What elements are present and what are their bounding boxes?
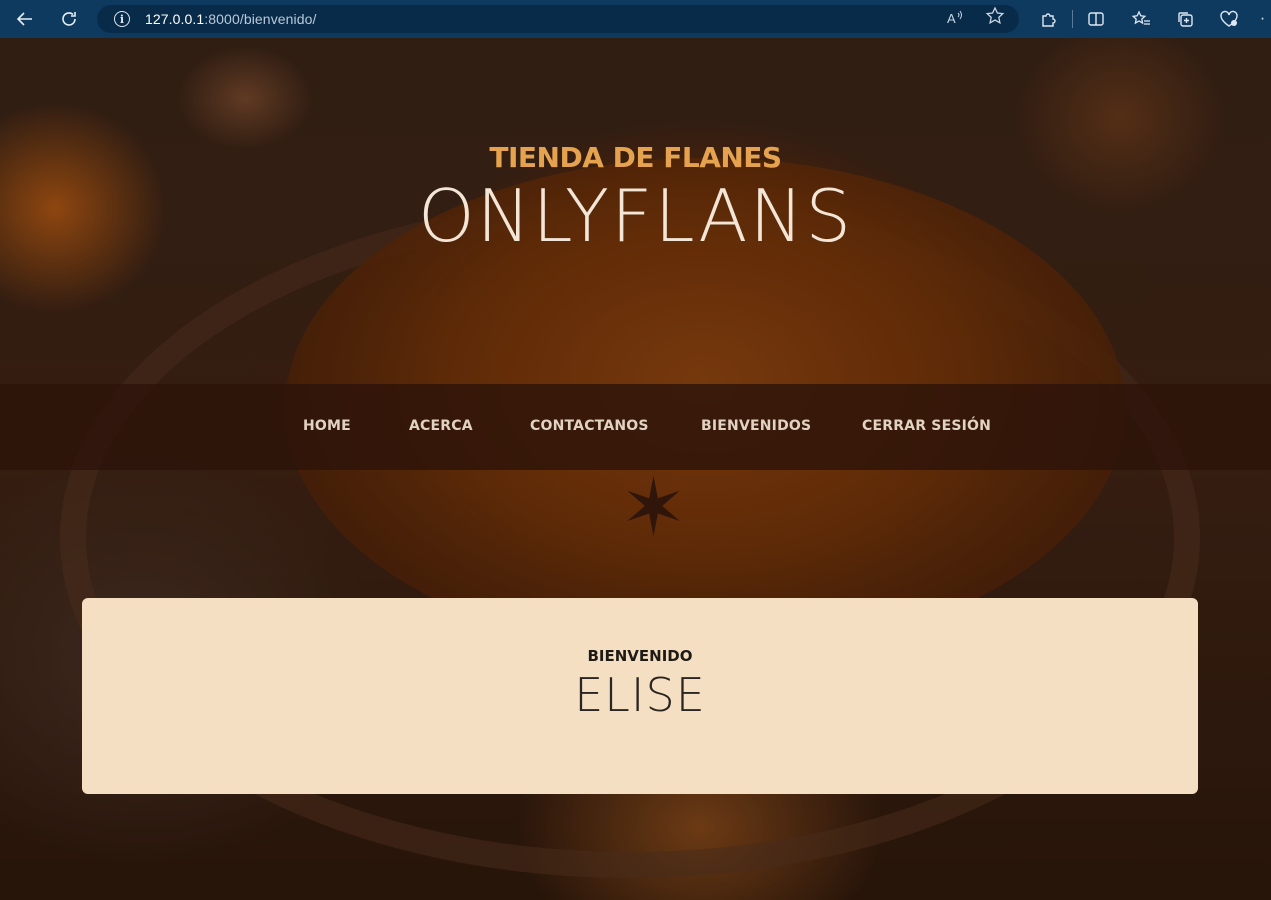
address-bar[interactable]: i 127.0.0.1:8000/bienvenido/ A: [97, 5, 1019, 33]
split-screen-icon[interactable]: [1081, 4, 1111, 34]
svg-text:A: A: [947, 11, 956, 26]
url-path: :8000/bienvenido/: [204, 11, 317, 27]
collections-icon[interactable]: [1170, 4, 1200, 34]
info-icon[interactable]: i: [114, 11, 130, 27]
welcome-username: ELISE: [574, 668, 706, 722]
puzzle-icon[interactable]: [1034, 4, 1064, 34]
site-subtitle: TIENDA DE FLANES: [489, 141, 782, 174]
back-arrow-icon[interactable]: [10, 4, 40, 34]
nav-item-contactanos[interactable]: CONTACTANOS: [530, 418, 649, 434]
star-icon[interactable]: [985, 6, 1005, 32]
welcome-card: BIENVENIDO ELISE: [82, 598, 1198, 794]
main-nav: HOME ACERCA CONTACTANOS BIENVENIDOS CERR…: [0, 384, 1271, 470]
site-title: ONLYFLANS: [417, 174, 854, 258]
toolbar-divider: [1072, 10, 1073, 28]
url-host: 127.0.0.1: [145, 11, 205, 27]
heart-icon[interactable]: [1214, 4, 1244, 34]
browser-toolbar: i 127.0.0.1:8000/bienvenido/ A ·: [0, 0, 1271, 38]
nav-item-home[interactable]: HOME: [303, 418, 351, 434]
favorites-list-icon[interactable]: [1126, 4, 1156, 34]
reload-icon[interactable]: [54, 4, 84, 34]
welcome-label: BIENVENIDO: [587, 647, 693, 665]
more-icon[interactable]: ·: [1254, 4, 1271, 34]
read-aloud-icon[interactable]: A: [945, 8, 965, 31]
nav-item-acerca[interactable]: ACERCA: [409, 418, 473, 434]
nav-item-cerrar-sesion[interactable]: CERRAR SESIÓN: [862, 418, 991, 434]
nav-item-bienvenidos[interactable]: BIENVENIDOS: [701, 418, 811, 434]
url-text[interactable]: 127.0.0.1:8000/bienvenido/: [145, 11, 317, 27]
page-background: ✶ TIENDA DE FLANES ONLYFLANS HOME ACERCA…: [0, 38, 1271, 900]
